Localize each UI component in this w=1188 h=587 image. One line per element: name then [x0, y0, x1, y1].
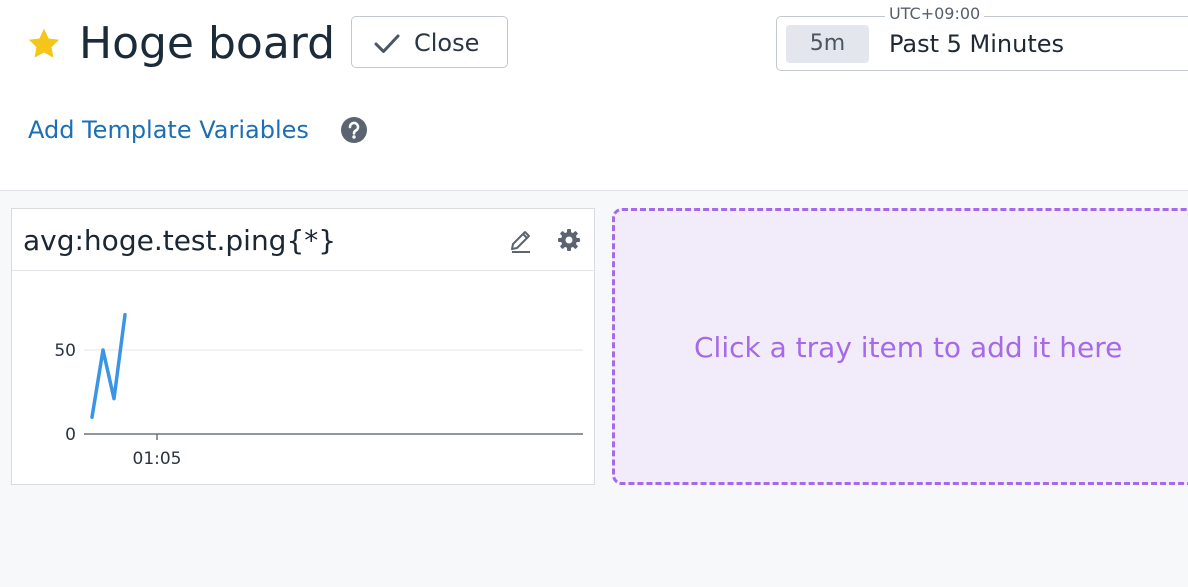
star-icon[interactable] — [25, 26, 63, 62]
y-tick-label: 50 — [54, 341, 76, 361]
dashboard-title: Hoge board — [79, 18, 336, 69]
timeseries-chart: 0 50 01:05 — [54, 312, 583, 469]
dashboard-header: Hoge board Close UTC+09:00 5m Past 5 Min… — [0, 0, 1188, 190]
widget-header: avg:hoge.test.ping{*} — [12, 209, 594, 271]
widget-title: avg:hoge.test.ping{*} — [23, 224, 337, 257]
checkmark-icon — [374, 34, 400, 53]
close-button[interactable]: Close — [351, 16, 508, 68]
x-tick-label: 01:05 — [133, 449, 182, 469]
timezone-label: UTC+09:00 — [885, 4, 985, 24]
gear-icon[interactable] — [557, 228, 581, 252]
series-line — [90, 312, 127, 419]
time-range-label[interactable]: Past 5 Minutes — [889, 28, 1064, 60]
question-circle-icon[interactable] — [340, 116, 368, 144]
pencil-icon[interactable] — [508, 228, 534, 254]
timeseries-widget[interactable]: avg:hoge.test.ping{*} 0 50 01:05 — [11, 208, 595, 485]
y-tick-label: 0 — [65, 425, 76, 445]
tray-drop-message: Click a tray item to add it here — [694, 331, 1123, 364]
add-template-variables-link[interactable]: Add Template Variables — [28, 114, 309, 146]
close-button-label: Close — [414, 29, 480, 57]
time-range-short[interactable]: 5m — [786, 25, 869, 63]
